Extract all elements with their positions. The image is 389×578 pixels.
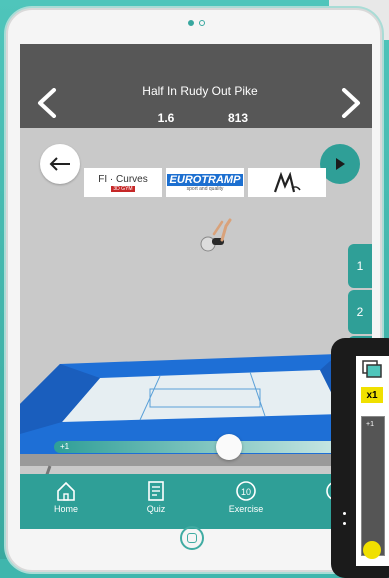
sponsor-logo [248, 168, 326, 197]
slider-track[interactable] [54, 441, 372, 453]
skill-code: 813 [227, 111, 249, 125]
exercise-icon: 10 [236, 481, 256, 501]
page-indicator [188, 20, 205, 26]
slider-label: +1 [60, 442, 70, 451]
nav-home-label: Home [53, 504, 78, 514]
phone-dot [343, 522, 346, 525]
timeline-slider[interactable]: +1 [54, 434, 372, 460]
quiz-icon [148, 481, 164, 501]
skill-difficulty: 1.6 [157, 111, 175, 125]
home-button-inner [187, 533, 197, 543]
nav-quiz[interactable]: Quiz [126, 480, 186, 514]
side-tab[interactable]: 2 [348, 290, 372, 334]
side-tab[interactable]: 1 [348, 244, 372, 288]
chevron-left-icon[interactable] [36, 88, 58, 118]
home-icon [57, 481, 75, 501]
sponsor-mark-icon [273, 171, 301, 192]
bottom-navigation: Home Quiz 10 Exercise [20, 474, 372, 529]
exercise-badge: 10 [241, 487, 251, 497]
zoom-badge[interactable]: x1 [361, 387, 383, 403]
page-dot [199, 20, 205, 26]
eurotramp-logo: EUROTRAMP sport and quality [166, 168, 244, 197]
phone-dot [343, 512, 346, 515]
chevron-right-icon[interactable] [340, 88, 362, 118]
nav-exercise-label: Exercise [228, 504, 264, 514]
play-button[interactable] [320, 144, 360, 184]
arrow-left-icon [49, 157, 70, 171]
nav-exercise[interactable]: 10 Exercise [216, 480, 276, 514]
slider-knob[interactable] [216, 434, 242, 460]
skill-name: Half In Rudy Out Pike [142, 84, 258, 98]
app-screen: Half In Rudy Out Pike 1.6 813 FI · Curve… [20, 44, 372, 529]
nav-home[interactable]: Home [36, 480, 96, 514]
tablet-home-button[interactable] [180, 526, 204, 550]
gymnast-figure [200, 218, 232, 252]
nav-quiz-label: Quiz [146, 504, 166, 514]
back-button[interactable] [40, 144, 80, 184]
fi-curves-logo: FI · Curves 3D GYM [84, 168, 162, 197]
play-icon [336, 158, 345, 170]
ruler-label: +1 [366, 421, 374, 428]
page-dot-active [188, 20, 194, 26]
phone-slider-knob[interactable] [363, 541, 381, 559]
layers-icon[interactable] [361, 359, 383, 379]
phone-height-ruler[interactable]: +1 [361, 416, 385, 556]
